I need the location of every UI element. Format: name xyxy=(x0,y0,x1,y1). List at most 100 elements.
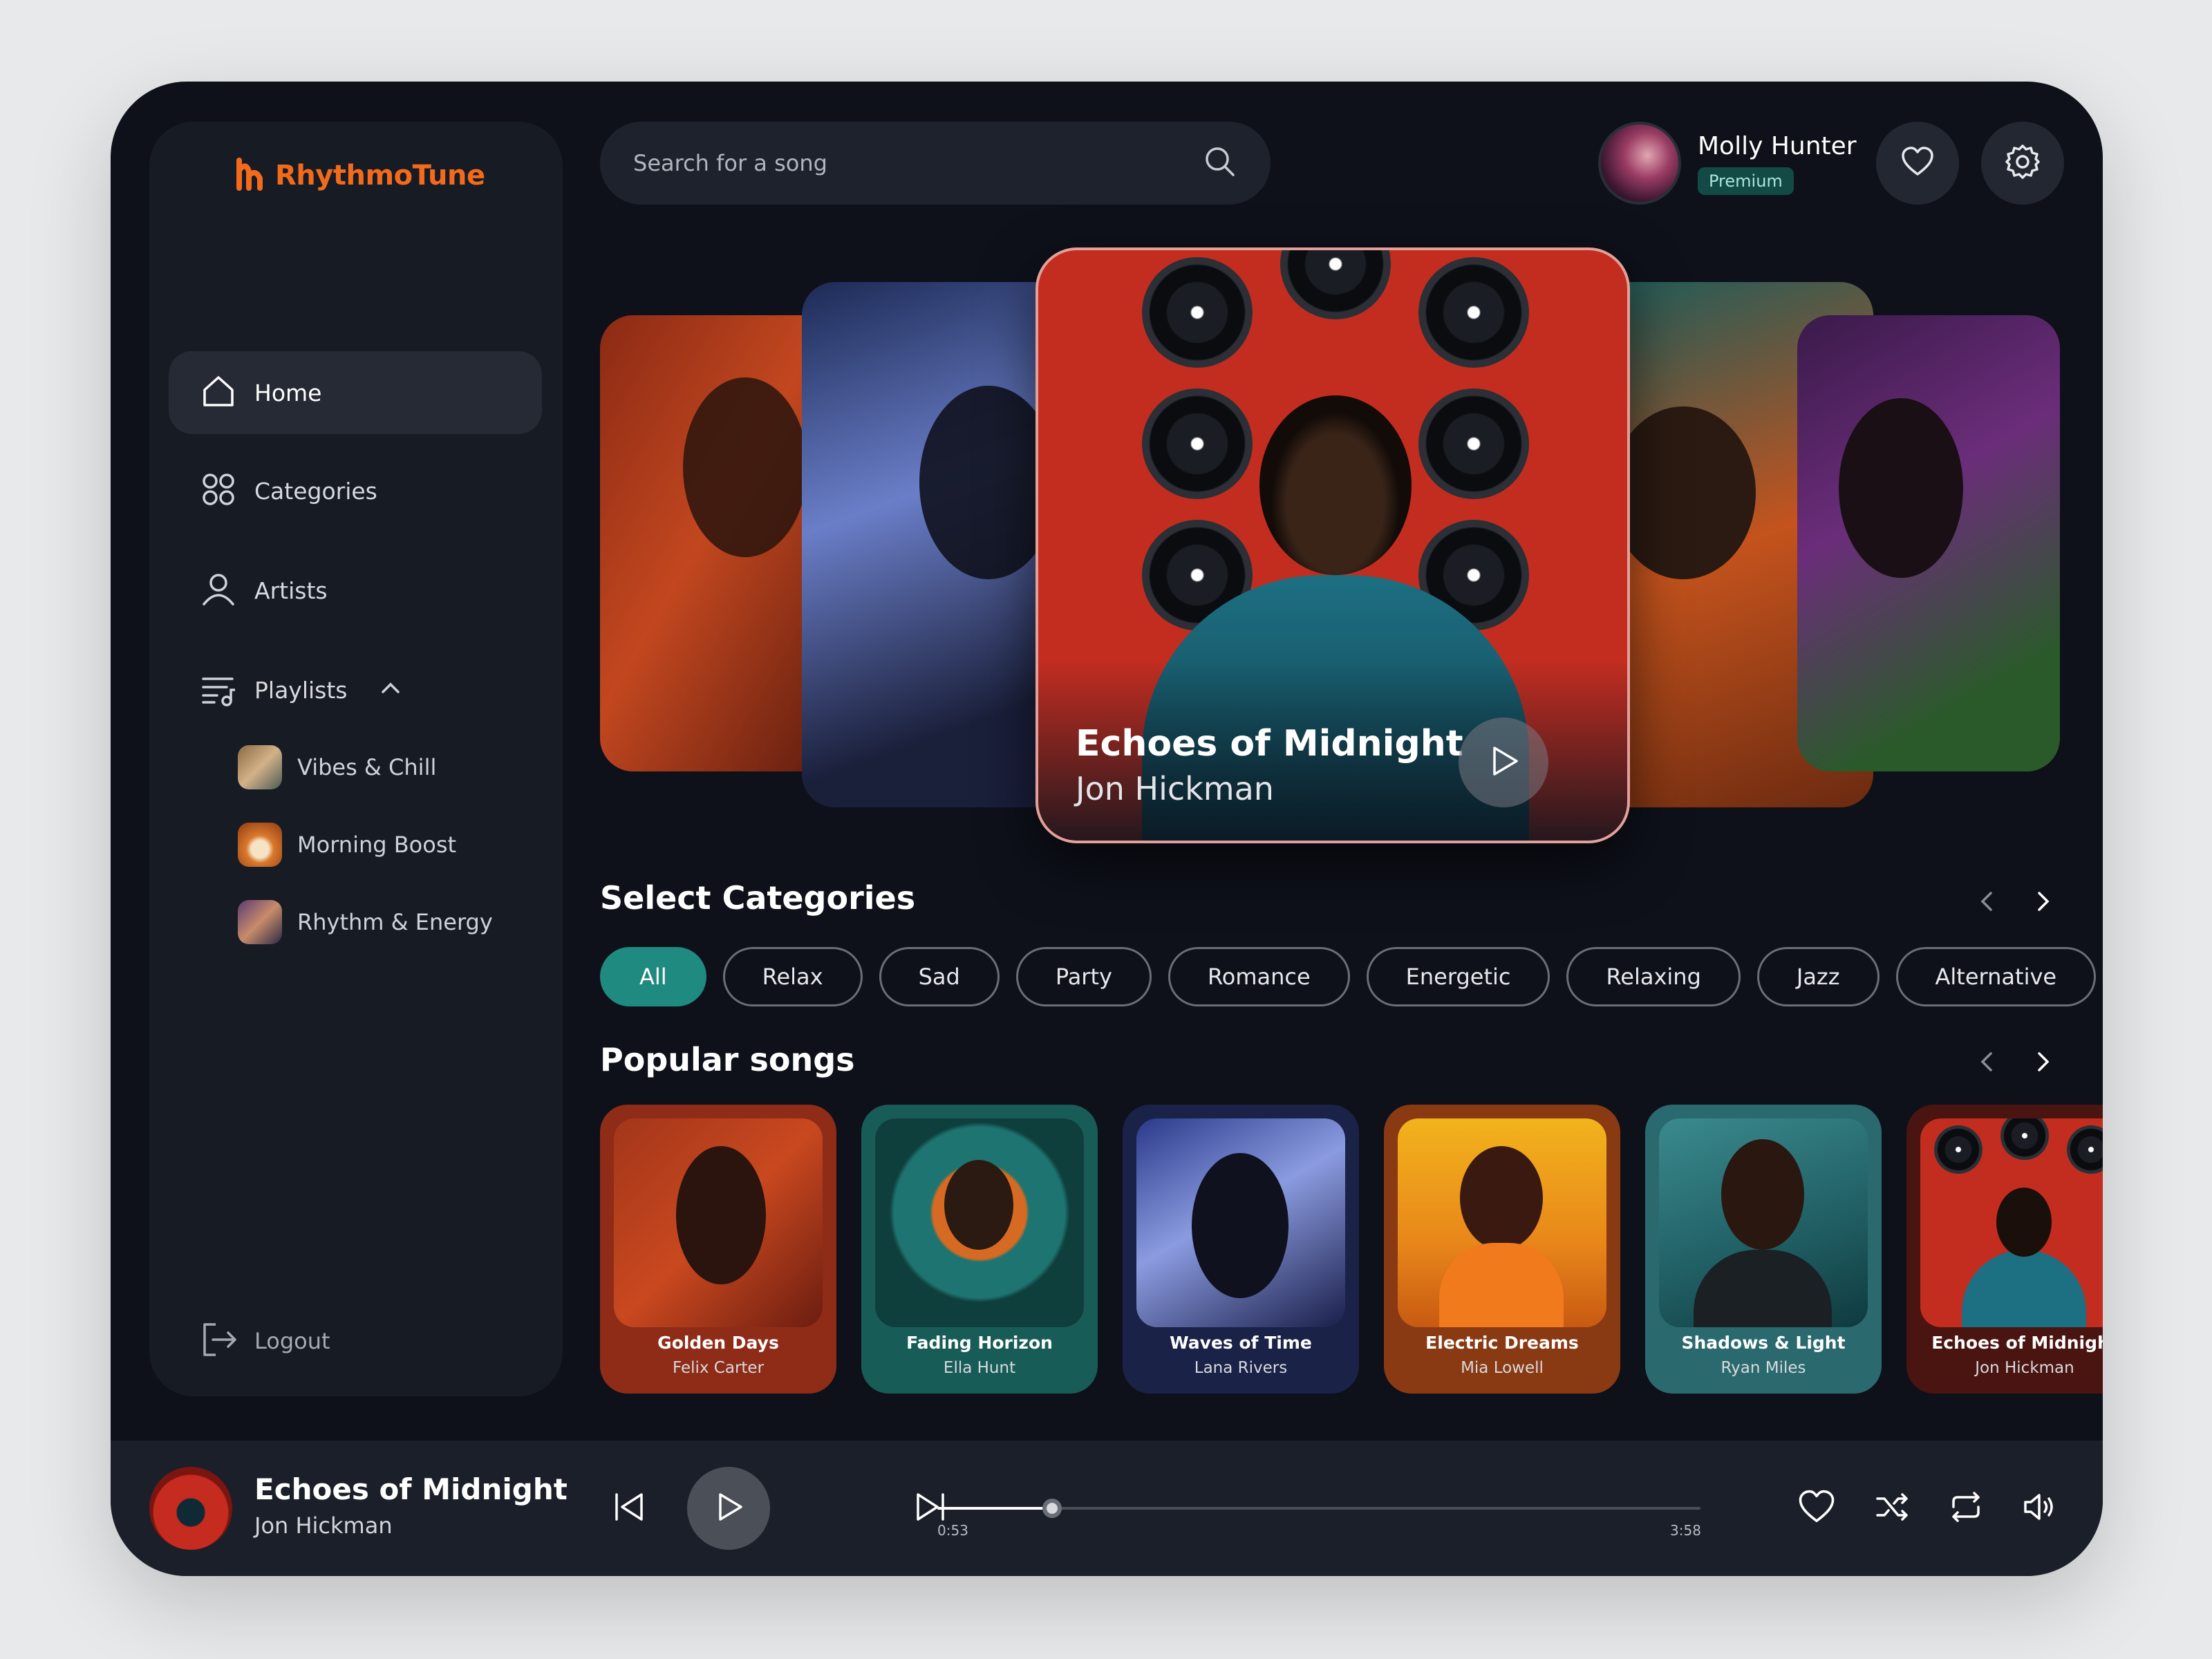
speaker-graphic xyxy=(1418,388,1529,499)
now-playing-title: Echoes of Midnight xyxy=(254,1472,568,1506)
chip-party[interactable]: Party xyxy=(1015,947,1152,1006)
progress-knob[interactable] xyxy=(1042,1499,1062,1518)
featured-play-button[interactable] xyxy=(1459,718,1548,807)
chip-alternative[interactable]: Alternative xyxy=(1895,947,2097,1006)
nav-playlists-label: Playlists xyxy=(254,676,348,704)
song-title: Electric Dreams xyxy=(1425,1333,1579,1353)
elapsed-time: 0:53 xyxy=(937,1522,968,1539)
nav-home[interactable]: Home xyxy=(169,351,542,434)
favorites-button[interactable] xyxy=(1876,122,1959,205)
chevron-right-icon xyxy=(2031,1049,2056,1077)
nav-artists[interactable]: Artists xyxy=(169,549,542,632)
song-card[interactable]: Golden Days Felix Carter xyxy=(600,1105,836,1394)
song-title: Waves of Time xyxy=(1170,1333,1312,1353)
shuffle-button[interactable] xyxy=(1871,1486,1915,1530)
songs-next-button[interactable] xyxy=(2023,1042,2064,1084)
song-card[interactable]: Shadows & Light Ryan Miles xyxy=(1645,1105,1882,1394)
play-button[interactable] xyxy=(687,1467,770,1550)
skip-back-icon xyxy=(611,1489,647,1528)
logo-icon xyxy=(235,156,265,195)
sidebar: RhythmoTune Home Categories Artists Play xyxy=(149,122,563,1396)
repeat-button[interactable] xyxy=(1944,1486,1988,1530)
nav-categories-label: Categories xyxy=(254,477,377,505)
playlist-item[interactable]: Morning Boost xyxy=(238,817,456,872)
repeat-icon xyxy=(1948,1489,1984,1528)
carousel-card[interactable] xyxy=(1797,315,2060,771)
playlist-thumbnail xyxy=(238,900,282,944)
categories-prev-button[interactable] xyxy=(1966,882,2007,924)
song-card[interactable]: Fading Horizon Ella Hunt xyxy=(861,1105,1098,1394)
chevron-up-icon[interactable] xyxy=(379,677,402,703)
heart-icon xyxy=(1797,1488,1836,1529)
artwork-figure xyxy=(944,1160,1013,1250)
chip-energetic[interactable]: Energetic xyxy=(1366,947,1550,1006)
featured-title: Echoes of Midnight xyxy=(1076,723,1463,765)
search-icon[interactable] xyxy=(1203,144,1237,182)
now-playing-artwork[interactable] xyxy=(149,1467,232,1550)
artwork-figure xyxy=(1611,406,1756,579)
artwork-figure xyxy=(1192,1153,1288,1298)
avatar[interactable] xyxy=(1598,122,1681,205)
song-artist: Mia Lowell xyxy=(1461,1359,1544,1377)
logout-button[interactable]: Logout xyxy=(200,1320,330,1362)
artwork-figure xyxy=(1439,1243,1564,1327)
playlist-icon xyxy=(200,671,236,709)
song-artwork xyxy=(614,1118,823,1327)
song-title: Fading Horizon xyxy=(906,1333,1053,1353)
playlist-item[interactable]: Vibes & Chill xyxy=(238,740,436,795)
search-bar xyxy=(600,122,1271,205)
play-icon xyxy=(1485,742,1522,782)
chip-romance[interactable]: Romance xyxy=(1168,947,1350,1006)
speaker-graphic xyxy=(1142,257,1253,368)
speaker-graphic xyxy=(1418,257,1529,368)
playlist-thumbnail xyxy=(238,823,282,867)
artwork-figure xyxy=(1460,1146,1543,1250)
categories-title: Select Categories xyxy=(600,879,916,917)
song-artist: Jon Hickman xyxy=(1975,1359,2074,1377)
song-card[interactable]: Electric Dreams Mia Lowell xyxy=(1384,1105,1620,1394)
category-chips: All Relax Sad Party Romance Energetic Re… xyxy=(600,947,2097,1006)
song-artwork xyxy=(1136,1118,1345,1327)
settings-button[interactable] xyxy=(1981,122,2064,205)
speaker-graphic xyxy=(1142,388,1253,499)
song-title: Echoes of Midnight xyxy=(1931,1333,2103,1353)
song-artist: Ryan Miles xyxy=(1721,1359,1806,1377)
progress-track[interactable] xyxy=(937,1499,1700,1518)
logout-icon xyxy=(200,1320,239,1362)
artwork-figure xyxy=(1839,398,1963,578)
featured-card[interactable]: Echoes of Midnight Jon Hickman xyxy=(1035,247,1630,843)
artwork-figure xyxy=(1259,395,1412,575)
playlist-label: Morning Boost xyxy=(297,832,457,858)
chip-relaxing[interactable]: Relaxing xyxy=(1566,947,1741,1006)
previous-button[interactable] xyxy=(607,1486,651,1530)
nav-categories[interactable]: Categories xyxy=(169,449,542,532)
playlist-item[interactable]: Rhythm & Energy xyxy=(238,894,493,950)
popular-songs-list: Golden Days Felix Carter Fading Horizon … xyxy=(600,1105,2103,1394)
artwork-figure xyxy=(683,377,807,557)
volume-button[interactable] xyxy=(2017,1486,2061,1530)
search-input[interactable] xyxy=(633,150,1203,176)
like-button[interactable] xyxy=(1794,1486,1839,1530)
nav-playlists[interactable]: Playlists xyxy=(169,648,542,731)
songs-prev-button[interactable] xyxy=(1966,1042,2007,1084)
chip-sad[interactable]: Sad xyxy=(879,947,1000,1006)
song-artwork xyxy=(1659,1118,1868,1327)
total-duration: 3:58 xyxy=(1670,1522,1701,1539)
song-artwork xyxy=(1920,1118,2103,1327)
player-bar: Echoes of Midnight Jon Hickman 0:53 3:58 xyxy=(111,1441,2103,1576)
chevron-right-icon xyxy=(2031,889,2056,917)
app-logo[interactable]: RhythmoTune xyxy=(235,156,485,195)
artwork-figure xyxy=(1694,1250,1832,1327)
categories-next-button[interactable] xyxy=(2023,882,2064,924)
user-profile[interactable]: Molly Hunter Premium xyxy=(1598,122,1857,205)
chip-all[interactable]: All xyxy=(600,947,706,1006)
song-card[interactable]: Echoes of Midnight Jon Hickman xyxy=(1906,1105,2103,1394)
artwork-figure xyxy=(676,1146,766,1284)
speaker-graphic xyxy=(1280,250,1391,319)
artwork-figure xyxy=(1721,1139,1804,1250)
playlist-label: Rhythm & Energy xyxy=(297,909,493,935)
chip-jazz[interactable]: Jazz xyxy=(1756,947,1880,1006)
song-artwork xyxy=(875,1118,1084,1327)
chip-relax[interactable]: Relax xyxy=(722,947,863,1006)
song-card[interactable]: Waves of Time Lana Rivers xyxy=(1123,1105,1359,1394)
